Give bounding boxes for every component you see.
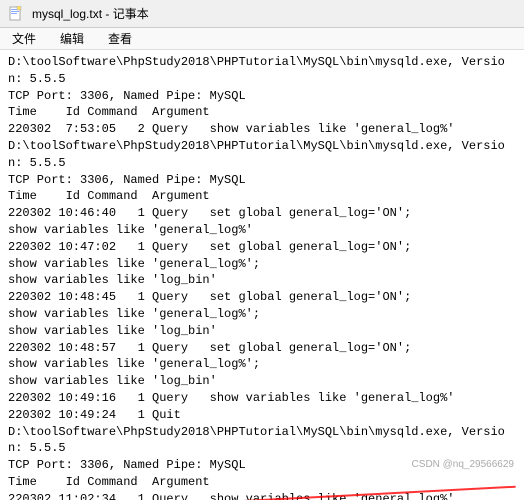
- log-line: show variables like 'log_bin': [8, 323, 516, 340]
- notepad-icon: [8, 6, 24, 22]
- menu-edit[interactable]: 编辑: [56, 29, 88, 48]
- log-line: show variables like 'general_log%';: [8, 306, 516, 323]
- log-line: D:\toolSoftware\PhpStudy2018\PHPTutorial…: [8, 138, 516, 172]
- log-line: 220302 10:48:45 1 Query set global gener…: [8, 289, 516, 306]
- log-line: 220302 11:02:34 1 Query show variables l…: [8, 491, 516, 500]
- log-line: Time Id Command Argument: [8, 104, 516, 121]
- log-line: show variables like 'log_bin': [8, 373, 516, 390]
- log-line: D:\toolSoftware\PhpStudy2018\PHPTutorial…: [8, 54, 516, 88]
- log-line: show variables like 'log_bin': [8, 272, 516, 289]
- window-title: mysql_log.txt - 记事本: [32, 5, 149, 22]
- menu-file[interactable]: 文件: [8, 29, 40, 48]
- log-line: D:\toolSoftware\PhpStudy2018\PHPTutorial…: [8, 424, 516, 458]
- log-line: Time Id Command Argument: [8, 188, 516, 205]
- log-content: D:\toolSoftware\PhpStudy2018\PHPTutorial…: [0, 50, 524, 500]
- title-bar: mysql_log.txt - 记事本: [0, 0, 524, 28]
- log-line: 220302 7:53:05 2 Query show variables li…: [8, 121, 516, 138]
- log-line: 220302 10:49:16 1 Query show variables l…: [8, 390, 516, 407]
- watermark: CSDN @nq_29566629: [412, 459, 514, 470]
- log-line: Time Id Command Argument: [8, 474, 516, 491]
- menu-bar: 文件 编辑 查看: [0, 28, 524, 50]
- menu-view[interactable]: 查看: [104, 29, 136, 48]
- log-line: 220302 10:49:24 1 Quit: [8, 407, 516, 424]
- log-line: 220302 10:47:02 1 Query set global gener…: [8, 239, 516, 256]
- log-line: TCP Port: 3306, Named Pipe: MySQL: [8, 172, 516, 189]
- log-line: show variables like 'general_log%';: [8, 356, 516, 373]
- log-line: 220302 10:46:40 1 Query set global gener…: [8, 205, 516, 222]
- log-line: TCP Port: 3306, Named Pipe: MySQL: [8, 88, 516, 105]
- log-line: show variables like 'general_log%';: [8, 256, 516, 273]
- log-line: 220302 10:48:57 1 Query set global gener…: [8, 340, 516, 357]
- log-line: show variables like 'general_log%': [8, 222, 516, 239]
